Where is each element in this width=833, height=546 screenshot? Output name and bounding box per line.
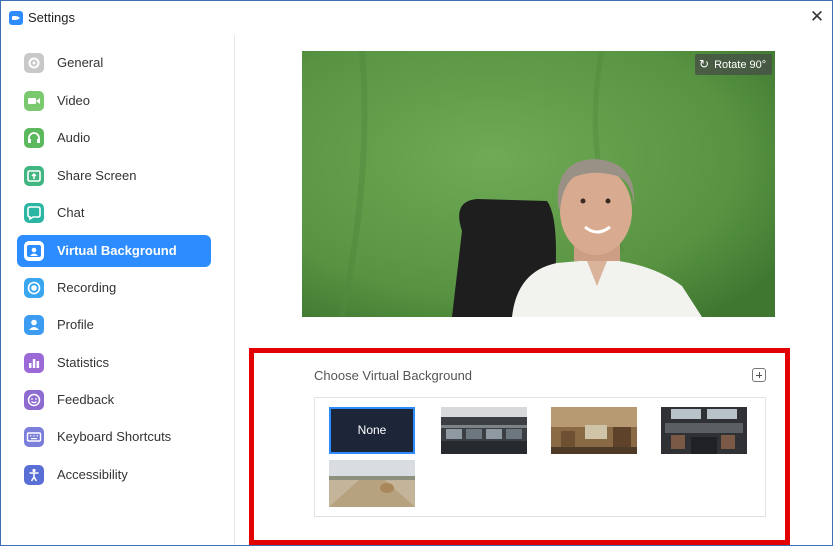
sidebar-item-keyboard-shortcuts[interactable]: Keyboard Shortcuts — [17, 421, 211, 453]
background-thumb-cockpit[interactable] — [661, 407, 747, 454]
choose-background-heading: Choose Virtual Background — [314, 368, 473, 383]
sidebar-item-label: Keyboard Shortcuts — [57, 429, 172, 444]
background-thumbnail-panel: None — [314, 397, 766, 517]
gear-icon — [24, 53, 44, 73]
video-camera-icon — [24, 91, 44, 111]
person-portrait-icon — [24, 241, 44, 261]
background-thumb-none[interactable]: None — [329, 407, 415, 454]
bar-chart-icon — [24, 353, 44, 373]
sidebar-item-chat[interactable]: Chat — [17, 197, 211, 229]
background-thumb-office[interactable] — [441, 407, 527, 454]
sidebar-item-accessibility[interactable]: Accessibility — [17, 459, 211, 491]
keyboard-icon — [24, 427, 44, 447]
settings-window: Settings ✕ General Video Audio Share Scr… — [0, 0, 833, 546]
sidebar-item-profile[interactable]: Profile — [17, 309, 211, 341]
record-icon — [24, 278, 44, 298]
sidebar-item-label: Chat — [57, 205, 85, 220]
close-button[interactable]: ✕ — [806, 6, 828, 28]
sidebar-item-label: Accessibility — [57, 467, 128, 482]
accessibility-icon — [24, 465, 44, 485]
sidebar-item-share-screen[interactable]: Share Screen — [17, 160, 211, 192]
sidebar-item-feedback[interactable]: Feedback — [17, 384, 211, 416]
person-icon — [24, 315, 44, 335]
sidebar-item-label: Audio — [57, 130, 91, 145]
window-title: Settings — [28, 10, 75, 25]
chat-bubble-icon — [24, 203, 44, 223]
sidebar-item-statistics[interactable]: Statistics — [17, 347, 211, 379]
rotate-icon: ↻ — [699, 57, 710, 71]
share-screen-icon — [24, 166, 44, 186]
sidebar-item-label: Share Screen — [57, 168, 137, 183]
camera-preview: ↻ Rotate 90° — [302, 51, 775, 317]
sidebar-item-audio[interactable]: Audio — [17, 122, 211, 154]
camera-feed-image — [302, 51, 775, 317]
title-bar: Settings ✕ — [1, 1, 832, 35]
sidebar-item-general[interactable]: General — [17, 47, 211, 79]
sidebar-item-recording[interactable]: Recording — [17, 272, 211, 304]
smiley-icon — [24, 390, 44, 410]
sidebar-item-label: Virtual Background — [57, 243, 177, 258]
sidebar-item-label: Recording — [57, 280, 117, 295]
sidebar-item-label: Profile — [57, 317, 94, 332]
sidebar-item-label: General — [57, 55, 104, 70]
sidebar-item-label: Statistics — [57, 355, 110, 370]
rotate-button[interactable]: ↻ Rotate 90° — [695, 54, 773, 75]
background-thumb-room[interactable] — [551, 407, 637, 454]
settings-sidebar: General Video Audio Share Screen Chat Vi… — [2, 35, 235, 545]
sidebar-item-label: Feedback — [57, 392, 115, 407]
sidebar-item-label: Video — [57, 93, 91, 108]
sidebar-item-virtual-background[interactable]: Virtual Background — [17, 235, 211, 267]
sidebar-item-video[interactable]: Video — [17, 85, 211, 117]
headphones-icon — [24, 128, 44, 148]
rotate-label: Rotate 90° — [714, 59, 767, 71]
zoom-logo-icon — [9, 11, 23, 25]
background-thumb-field[interactable] — [329, 460, 415, 507]
plus-icon[interactable] — [752, 368, 766, 382]
